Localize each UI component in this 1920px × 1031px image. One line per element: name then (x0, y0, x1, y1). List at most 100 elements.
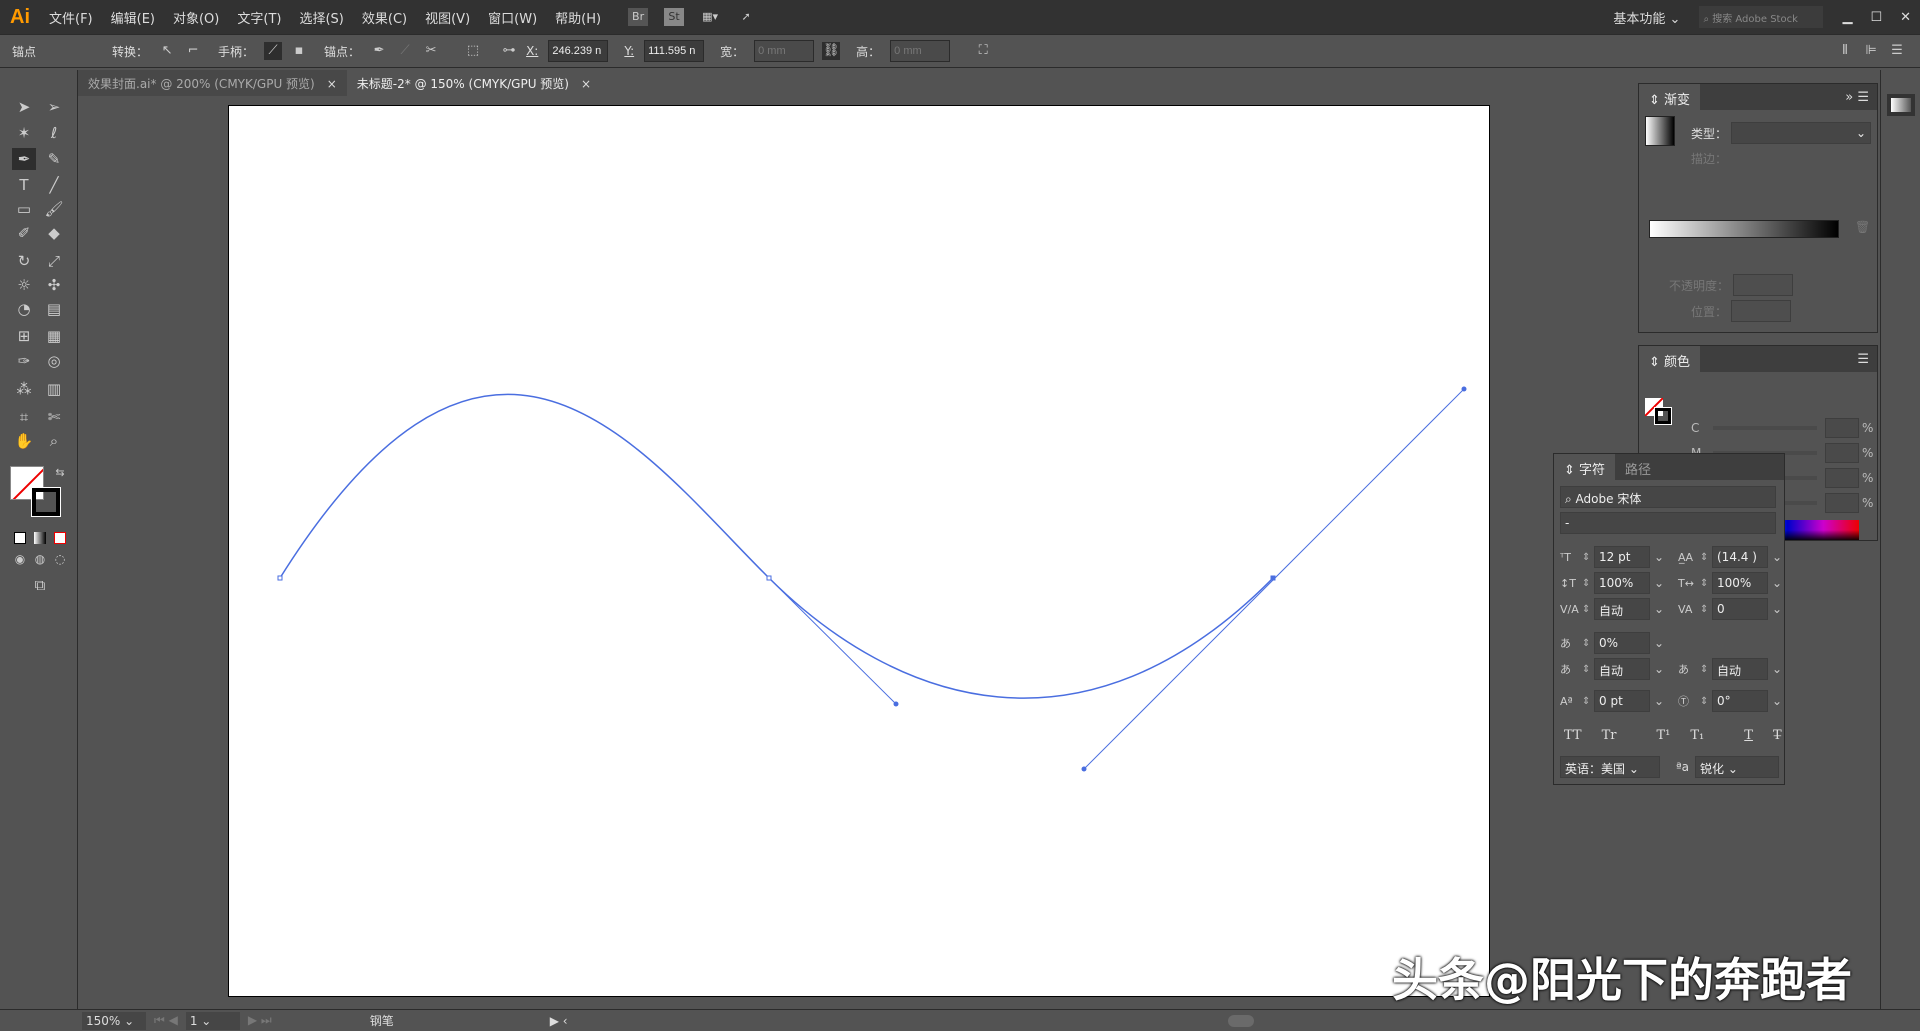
channel-input[interactable] (1825, 418, 1859, 438)
arrange-documents-icon[interactable]: ▦▾ (700, 8, 720, 26)
stepper-icon[interactable]: ⇕ (1582, 604, 1594, 615)
menu-help[interactable]: 帮助(H) (546, 8, 610, 27)
minimize-button[interactable]: ▁ (1833, 10, 1861, 25)
stepper-icon[interactable]: ⇕ (1700, 578, 1712, 589)
chevron-down-icon[interactable]: ⌄ (1772, 576, 1782, 590)
gradient-panel-icon[interactable] (1887, 94, 1915, 116)
bridge-button[interactable]: Br (628, 8, 649, 26)
panel-menu-icon[interactable]: ☰ (1857, 352, 1869, 367)
height-input[interactable] (890, 40, 951, 62)
mesh-tool-icon[interactable]: ⊞ (12, 325, 36, 347)
opacity-input[interactable] (1733, 274, 1794, 296)
stock-button[interactable]: St (664, 8, 685, 26)
aki-left-input[interactable]: 自动 (1594, 658, 1650, 680)
convert-smooth-icon[interactable]: ⌐ (184, 42, 202, 60)
panel-menu-icon[interactable]: ☰ (1888, 42, 1906, 60)
tracking-input[interactable]: 0 (1712, 598, 1768, 620)
scale-tool-icon[interactable]: ⤢ (42, 250, 66, 272)
gradient-preview-swatch[interactable] (1645, 116, 1675, 146)
remove-anchor-icon[interactable]: ✒ (370, 42, 388, 60)
tab-document-1[interactable]: 效果封面.ai* @ 200% (CMYK/GPU 预览) × (78, 70, 347, 96)
zoom-select[interactable]: 150% ⌄ (82, 1011, 146, 1030)
baseline-shift-input[interactable]: 0 pt (1594, 690, 1650, 712)
font-family-input[interactable]: ⌕ Adobe 宋体 (1560, 486, 1776, 508)
gradient-slider[interactable] (1649, 220, 1839, 238)
shape-builder-tool-icon[interactable]: ◔ (12, 298, 36, 320)
stepper-icon[interactable]: ⇕ (1700, 696, 1712, 707)
menu-object[interactable]: 对象(O) (164, 8, 228, 27)
symbol-sprayer-tool-icon[interactable]: ⁂ (12, 378, 36, 400)
chevron-down-icon[interactable]: ⌄ (1654, 602, 1664, 616)
artboard-tool-icon[interactable]: ⌗ (12, 406, 36, 428)
tab-document-2[interactable]: 未标题-2* @ 150% (CMYK/GPU 预览) × (346, 70, 602, 96)
channel-input[interactable] (1825, 468, 1859, 488)
font-size-input[interactable]: 12 pt (1594, 546, 1650, 568)
gradient-mode-icon[interactable] (34, 532, 46, 544)
gpu-rocket-icon[interactable]: ➚ (736, 8, 756, 26)
menu-effect[interactable]: 效果(C) (353, 8, 416, 27)
magic-wand-tool-icon[interactable]: ✶ (12, 122, 36, 144)
tab-character[interactable]: ⇕ 字符 (1554, 454, 1616, 480)
last-page-icon[interactable]: ▶ ⏭ (248, 1013, 272, 1028)
character-rotation-input[interactable]: 0° (1712, 690, 1768, 712)
close-window-button[interactable]: ✕ (1891, 10, 1920, 25)
gradient-type-select[interactable]: ⌄ (1731, 122, 1872, 144)
chevron-down-icon[interactable]: ⌄ (1772, 662, 1782, 676)
small-caps-button[interactable]: Tr (1602, 728, 1617, 743)
eraser-tool-icon[interactable]: ◆ (42, 222, 66, 244)
pen-tool-icon[interactable]: ✒ (12, 148, 36, 170)
first-page-icon[interactable]: ⏮ ◀ (154, 1013, 178, 1028)
stepper-icon[interactable]: ⇕ (1700, 604, 1712, 615)
reference-point-icon[interactable]: ⊶ (500, 42, 518, 60)
close-tab-icon[interactable]: × (327, 77, 337, 91)
stepper-icon[interactable]: ⇕ (1582, 696, 1594, 707)
menu-edit[interactable]: 编辑(E) (102, 8, 164, 27)
horizontal-scale-input[interactable]: 100% (1712, 572, 1768, 594)
paintbrush-tool-icon[interactable]: 🖌 (42, 198, 66, 220)
kerning-input[interactable]: 自动 (1594, 598, 1650, 620)
none-mode-icon[interactable] (54, 532, 66, 544)
channel-slider[interactable] (1713, 426, 1817, 430)
superscript-button[interactable]: T¹ (1656, 728, 1670, 743)
maximize-button[interactable]: ☐ (1861, 10, 1891, 25)
selection-tool-icon[interactable]: ➤ (12, 96, 36, 118)
channel-input[interactable] (1825, 493, 1859, 513)
subscript-button[interactable]: T₁ (1690, 728, 1704, 743)
vertical-scale-input[interactable]: 100% (1594, 572, 1650, 594)
blend-tool-icon[interactable]: ◎ (42, 350, 66, 372)
underline-button[interactable]: T (1744, 728, 1753, 743)
shaper-tool-icon[interactable]: ✐ (12, 222, 36, 244)
menu-select[interactable]: 选择(S) (290, 8, 352, 27)
show-handles-icon[interactable]: ⟋ (264, 42, 283, 60)
connect-anchor-icon[interactable]: ⟋ (396, 42, 414, 60)
chevron-down-icon[interactable]: ⌄ (1772, 550, 1782, 564)
stepper-icon[interactable]: ⇕ (1700, 552, 1712, 563)
aki-right-input[interactable]: 自动 (1712, 658, 1768, 680)
color-panel-tab[interactable]: ⇕ 颜色 (1639, 346, 1701, 372)
stepper-icon[interactable]: ⇕ (1700, 664, 1712, 675)
chevron-down-icon[interactable]: ⌄ (1772, 694, 1782, 708)
chevron-down-icon[interactable]: ⌄ (1654, 550, 1664, 564)
page-select[interactable]: 1 ⌄ (185, 1011, 240, 1030)
stock-search-input[interactable]: ⌕ 搜索 Adobe Stock (1699, 6, 1824, 28)
antialias-select[interactable]: 锐化 ⌄ (1695, 756, 1780, 778)
perspective-grid-tool-icon[interactable]: ▤ (42, 298, 66, 320)
stepper-icon[interactable]: ⇕ (1582, 552, 1594, 563)
width-input[interactable] (754, 40, 815, 62)
warp-tool-icon[interactable]: ☼ (12, 274, 36, 296)
y-input[interactable] (644, 40, 705, 62)
font-style-input[interactable]: - (1560, 512, 1776, 534)
stroke-swatch[interactable] (1654, 407, 1672, 425)
gradient-panel-tab[interactable]: ⇕ 渐变 (1639, 84, 1701, 110)
link-icon[interactable]: ⛓ (822, 42, 841, 60)
hand-tool-icon[interactable]: ✋ (12, 430, 36, 452)
screen-mode-icon[interactable]: ⧉ (28, 574, 52, 596)
stepper-icon[interactable]: ⇕ (1582, 578, 1594, 589)
chevron-down-icon[interactable]: ⌄ (1654, 636, 1664, 650)
panel-menu-icon[interactable]: » ☰ (1845, 90, 1869, 105)
chevron-down-icon[interactable]: ⌄ (1654, 694, 1664, 708)
horizontal-scrollbar-thumb[interactable] (1227, 1014, 1254, 1027)
position-input[interactable] (1731, 300, 1792, 322)
artboard[interactable] (228, 105, 1490, 997)
status-menu-icon[interactable]: ▶ ‹ (550, 1014, 568, 1028)
